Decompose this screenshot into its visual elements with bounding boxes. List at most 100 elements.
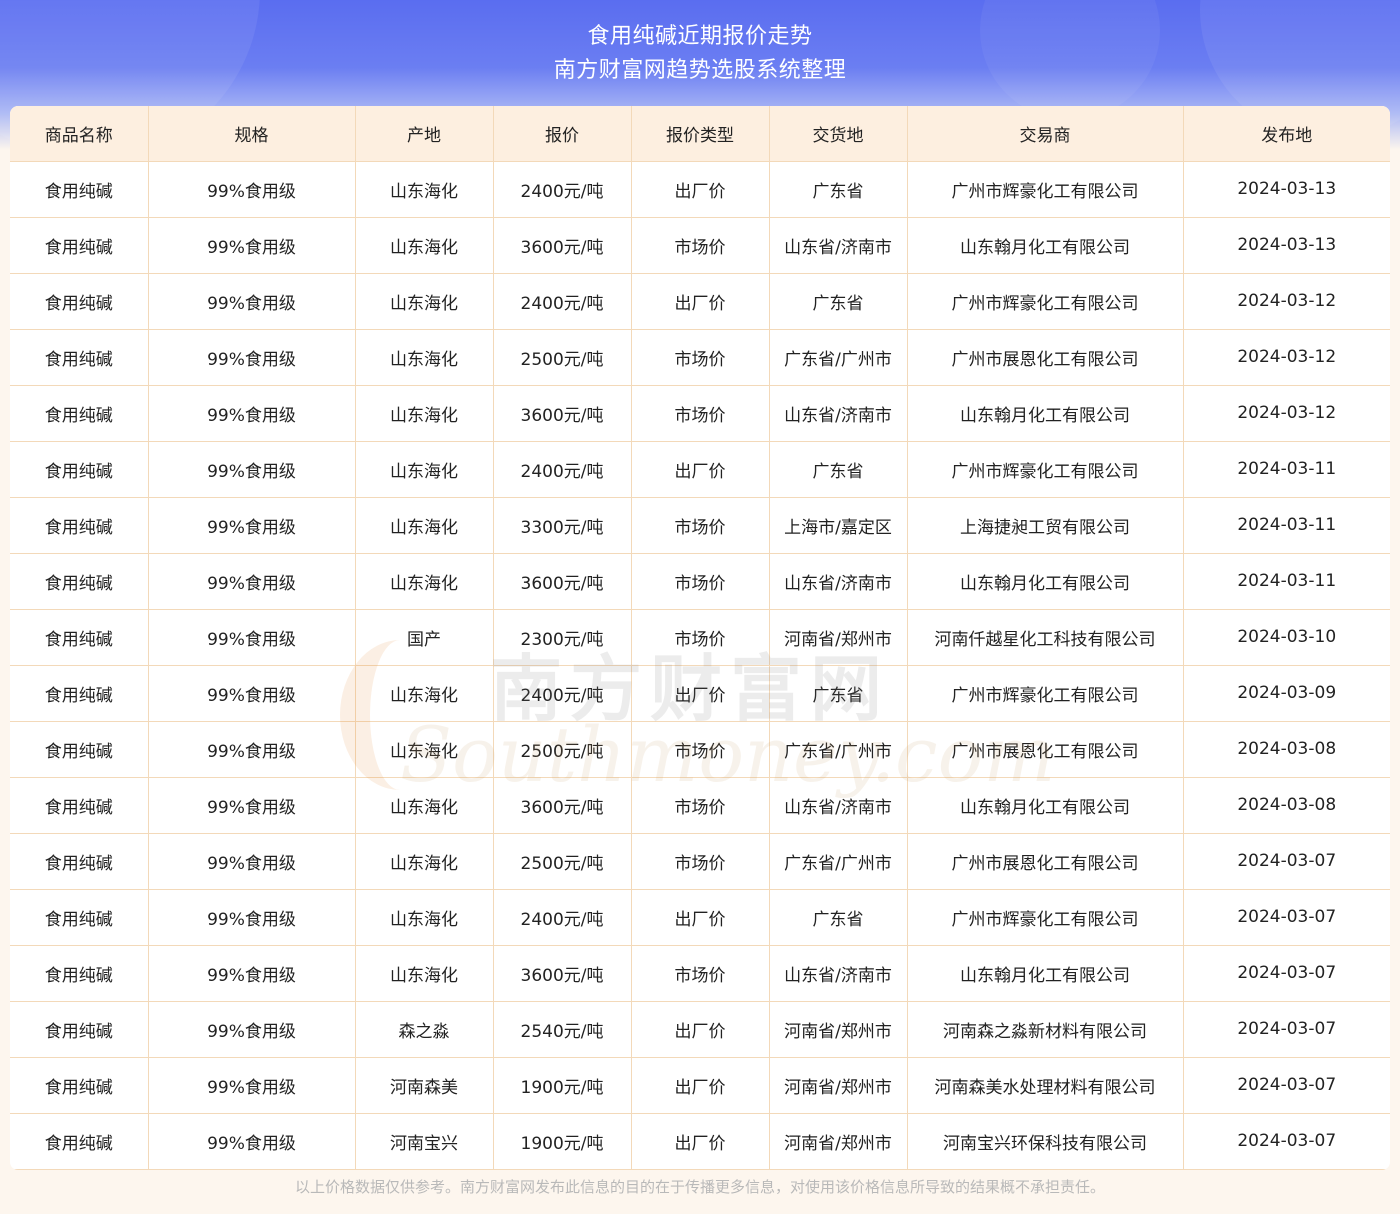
table-row: 食用纯碱 99%食用级 河南森美 1900元/吨 出厂价 河南省/郑州市 河南森美水处理材料… xyxy=(10,1057,1390,1114)
table-cell: 河南省/郑州市 xyxy=(769,1113,908,1170)
table-cell: 食用纯碱 xyxy=(10,1057,149,1114)
table-cell: 3300元/吨 xyxy=(493,497,632,554)
table-cell: 2500元/吨 xyxy=(493,833,632,890)
table-cell: 市场价 xyxy=(631,777,770,834)
table-cell: 山东翰月化工有限公司 xyxy=(907,777,1184,834)
table-cell: 99%食用级 xyxy=(148,609,356,666)
table-cell: 2024-03-08 xyxy=(1183,721,1390,778)
table-cell: 广州市辉豪化工有限公司 xyxy=(907,889,1184,946)
price-table-card: 商品名称 规格 产地 报价 报价类型 交货地 交易商 发布地 食用纯碱 99%食用级 山东海化 24… xyxy=(10,106,1390,1170)
table-header-row: 商品名称 规格 产地 报价 报价类型 交货地 交易商 发布地 xyxy=(10,106,1390,162)
table-cell: 食用纯碱 xyxy=(10,945,149,1002)
table-row: 食用纯碱 99%食用级 山东海化 2500元/吨 市场价 广东省/广州市 广州市展恩化工有限… xyxy=(10,329,1390,386)
table-cell: 森之淼 xyxy=(355,1001,494,1058)
footer-disclaimer: 以上价格数据仅供参考。南方财富网发布此信息的目的在于传播更多信息，对使用该价格信… xyxy=(294,1178,1105,1196)
table-cell: 2024-03-10 xyxy=(1183,609,1390,666)
table-cell: 山东海化 xyxy=(355,889,494,946)
table-cell: 1900元/吨 xyxy=(493,1057,632,1114)
page-title: 食用纯碱近期报价走势 南方财富网趋势选股系统整理 xyxy=(0,20,1400,88)
table-cell: 广东省 xyxy=(769,665,908,722)
table-cell: 2400元/吨 xyxy=(493,161,632,218)
table-cell: 2500元/吨 xyxy=(493,329,632,386)
table-cell: 2024-03-12 xyxy=(1183,385,1390,442)
table-cell: 山东海化 xyxy=(355,777,494,834)
table-cell: 广东省/广州市 xyxy=(769,721,908,778)
price-table: 商品名称 规格 产地 报价 报价类型 交货地 交易商 发布地 食用纯碱 99%食用级 山东海化 24… xyxy=(10,106,1390,1170)
table-cell: 食用纯碱 xyxy=(10,161,149,218)
table-cell: 2024-03-13 xyxy=(1183,161,1390,218)
table-cell: 食用纯碱 xyxy=(10,833,149,890)
table-cell: 山东海化 xyxy=(355,273,494,330)
table-row: 食用纯碱 99%食用级 山东海化 3300元/吨 市场价 上海市/嘉定区 上海捷昶工贸有限公… xyxy=(10,497,1390,554)
table-cell: 2400元/吨 xyxy=(493,441,632,498)
table-cell: 河南省/郑州市 xyxy=(769,609,908,666)
table-cell: 河南森之淼新材料有限公司 xyxy=(907,1001,1184,1058)
table-body: 食用纯碱 99%食用级 山东海化 2400元/吨 出厂价 广东省 广州市辉豪化工有限公司 20… xyxy=(10,161,1390,1170)
table-cell: 食用纯碱 xyxy=(10,1001,149,1058)
table-row: 食用纯碱 99%食用级 国产 2300元/吨 市场价 河南省/郑州市 河南仟越星化工科技有限… xyxy=(10,609,1390,666)
table-cell: 99%食用级 xyxy=(148,497,356,554)
table-cell: 山东省/济南市 xyxy=(769,385,908,442)
table-cell: 河南省/郑州市 xyxy=(769,1057,908,1114)
table-cell: 99%食用级 xyxy=(148,945,356,1002)
table-row: 食用纯碱 99%食用级 山东海化 2400元/吨 出厂价 广东省 广州市辉豪化工有限公司 20… xyxy=(10,161,1390,218)
table-cell: 2540元/吨 xyxy=(493,1001,632,1058)
table-cell: 河南森美水处理材料有限公司 xyxy=(907,1057,1184,1114)
table-row: 食用纯碱 99%食用级 山东海化 2400元/吨 出厂价 广东省 广州市辉豪化工有限公司 20… xyxy=(10,665,1390,722)
table-cell: 食用纯碱 xyxy=(10,665,149,722)
table-row: 食用纯碱 99%食用级 山东海化 3600元/吨 市场价 山东省/济南市 山东翰月化工有限公… xyxy=(10,217,1390,274)
table-cell: 99%食用级 xyxy=(148,777,356,834)
table-cell: 出厂价 xyxy=(631,273,770,330)
table-cell: 99%食用级 xyxy=(148,441,356,498)
table-cell: 食用纯碱 xyxy=(10,217,149,274)
column-header: 交货地 xyxy=(769,106,908,162)
table-cell: 山东翰月化工有限公司 xyxy=(907,945,1184,1002)
table-cell: 食用纯碱 xyxy=(10,721,149,778)
table-row: 食用纯碱 99%食用级 山东海化 3600元/吨 市场价 山东省/济南市 山东翰月化工有限公… xyxy=(10,945,1390,1002)
table-cell: 市场价 xyxy=(631,945,770,1002)
column-header: 产地 xyxy=(355,106,494,162)
table-cell: 山东省/济南市 xyxy=(769,217,908,274)
table-cell: 食用纯碱 xyxy=(10,553,149,610)
table-cell: 广州市辉豪化工有限公司 xyxy=(907,273,1184,330)
table-cell: 山东翰月化工有限公司 xyxy=(907,553,1184,610)
table-cell: 99%食用级 xyxy=(148,1057,356,1114)
table-cell: 出厂价 xyxy=(631,1001,770,1058)
column-header: 报价 xyxy=(493,106,632,162)
table-cell: 山东海化 xyxy=(355,329,494,386)
table-cell: 市场价 xyxy=(631,217,770,274)
table-cell: 山东海化 xyxy=(355,385,494,442)
column-header: 交易商 xyxy=(907,106,1184,162)
table-cell: 99%食用级 xyxy=(148,665,356,722)
title-line-1: 食用纯碱近期报价走势 xyxy=(587,24,813,49)
table-row: 食用纯碱 99%食用级 山东海化 2500元/吨 市场价 广东省/广州市 广州市展恩化工有限… xyxy=(10,721,1390,778)
table-cell: 食用纯碱 xyxy=(10,1113,149,1170)
table-cell: 山东海化 xyxy=(355,217,494,274)
table-cell: 上海捷昶工贸有限公司 xyxy=(907,497,1184,554)
table-cell: 河南宝兴环保科技有限公司 xyxy=(907,1113,1184,1170)
table-cell: 3600元/吨 xyxy=(493,217,632,274)
table-cell: 出厂价 xyxy=(631,441,770,498)
table-cell: 99%食用级 xyxy=(148,1001,356,1058)
table-cell: 出厂价 xyxy=(631,161,770,218)
table-cell: 山东海化 xyxy=(355,665,494,722)
table-cell: 山东省/济南市 xyxy=(769,777,908,834)
table-cell: 2400元/吨 xyxy=(493,889,632,946)
table-row: 食用纯碱 99%食用级 山东海化 3600元/吨 市场价 山东省/济南市 山东翰月化工有限公… xyxy=(10,777,1390,834)
table-cell: 食用纯碱 xyxy=(10,385,149,442)
table-row: 食用纯碱 99%食用级 山东海化 2400元/吨 出厂价 广东省 广州市辉豪化工有限公司 20… xyxy=(10,441,1390,498)
table-cell: 2024-03-11 xyxy=(1183,497,1390,554)
table-cell: 99%食用级 xyxy=(148,553,356,610)
table-cell: 99%食用级 xyxy=(148,161,356,218)
table-row: 食用纯碱 99%食用级 山东海化 2400元/吨 出厂价 广东省 广州市辉豪化工有限公司 20… xyxy=(10,273,1390,330)
table-cell: 市场价 xyxy=(631,329,770,386)
table-cell: 食用纯碱 xyxy=(10,497,149,554)
table-cell: 出厂价 xyxy=(631,1057,770,1114)
table-cell: 市场价 xyxy=(631,385,770,442)
table-cell: 99%食用级 xyxy=(148,1113,356,1170)
table-cell: 2024-03-07 xyxy=(1183,1001,1390,1058)
column-header: 规格 xyxy=(148,106,356,162)
table-cell: 广州市辉豪化工有限公司 xyxy=(907,441,1184,498)
table-cell: 2024-03-07 xyxy=(1183,945,1390,1002)
table-cell: 3600元/吨 xyxy=(493,945,632,1002)
